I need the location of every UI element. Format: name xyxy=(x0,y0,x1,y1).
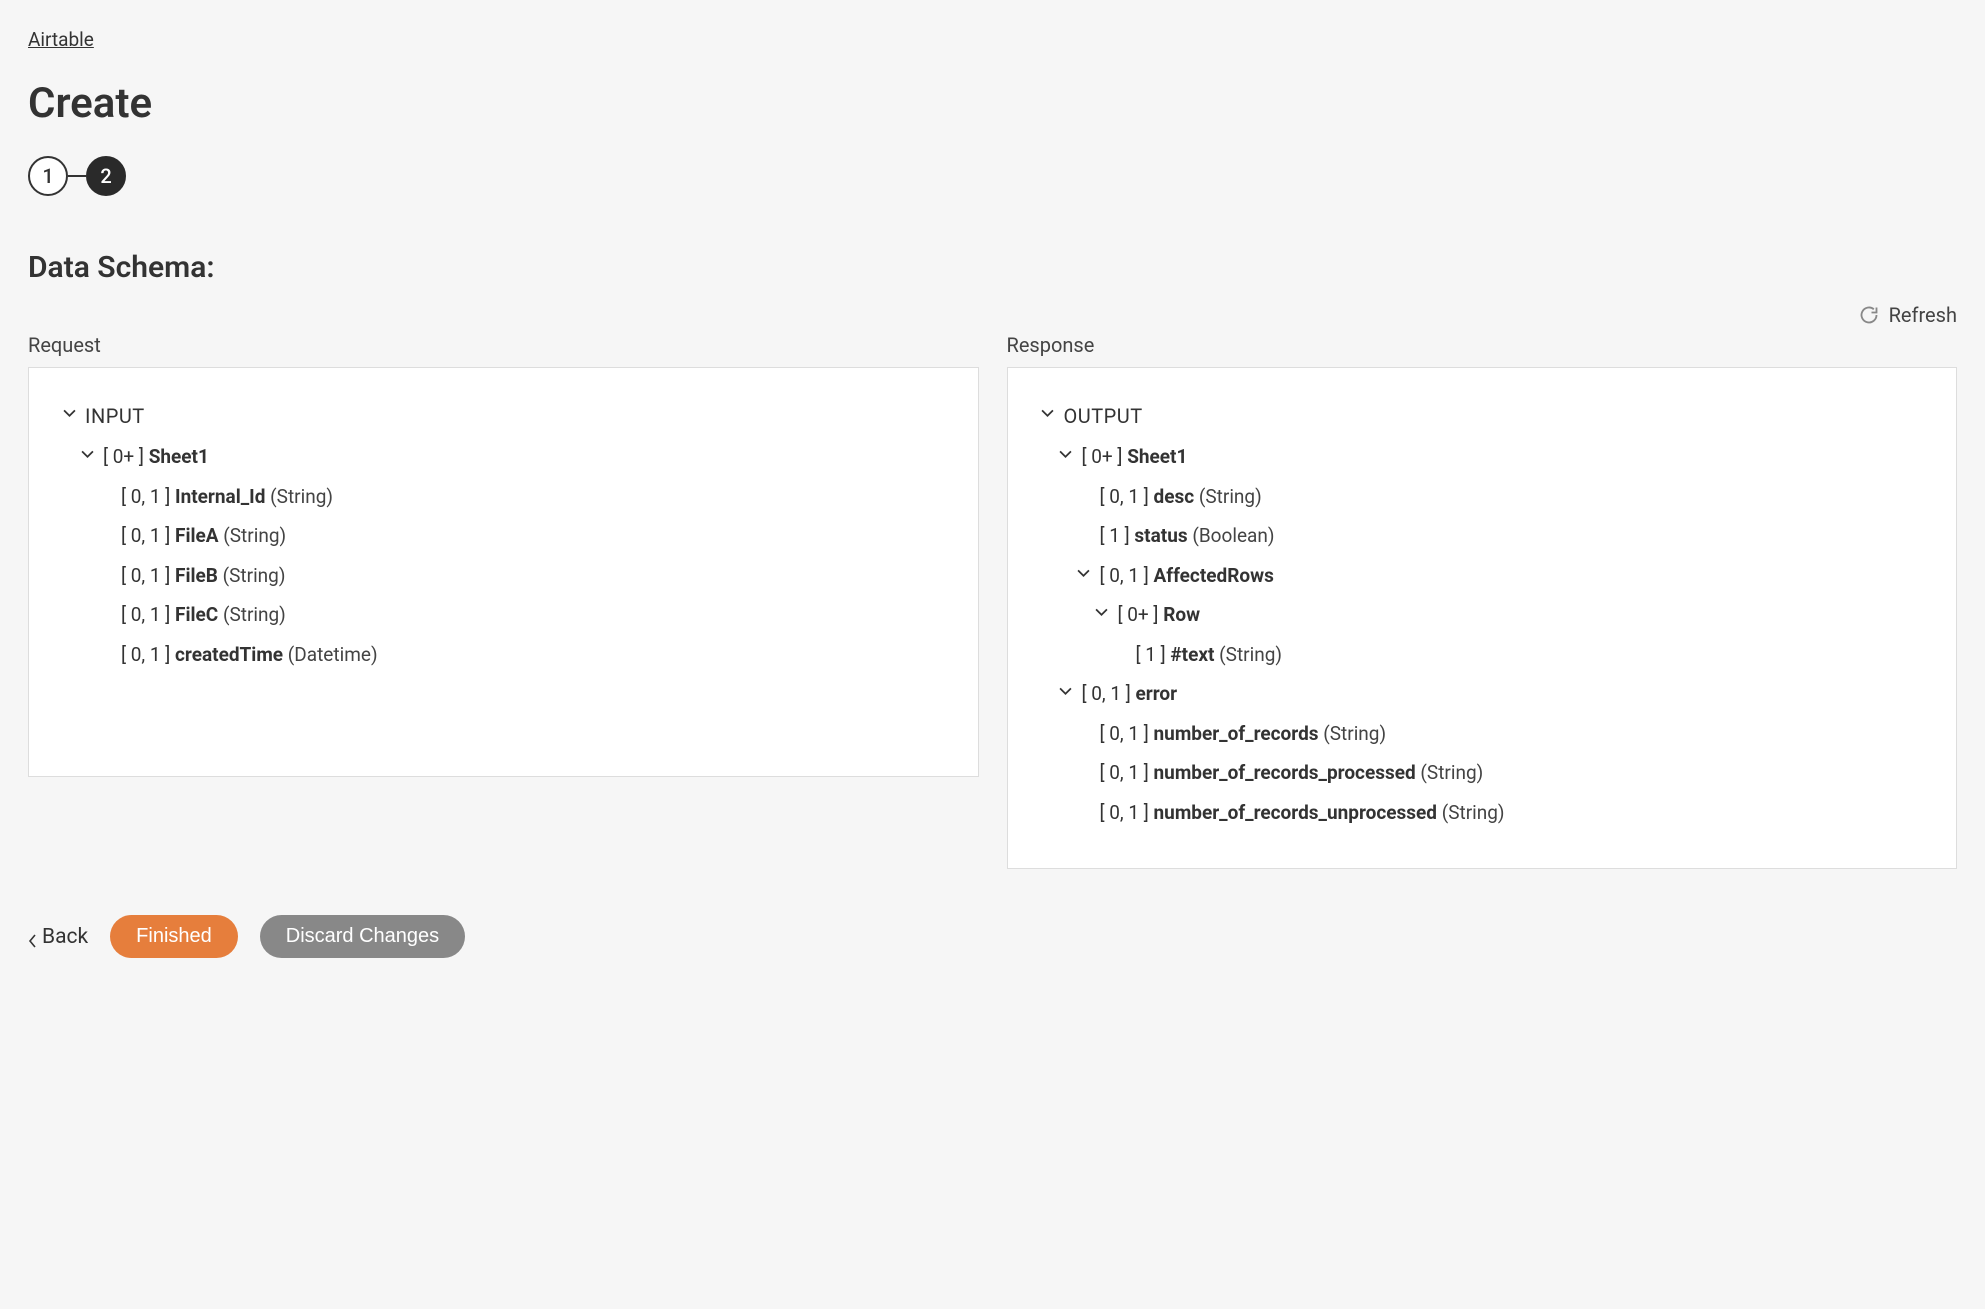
field-type: (Boolean) xyxy=(1192,524,1274,547)
chevron-down-icon xyxy=(1094,605,1110,618)
field-name: number_of_records_processed xyxy=(1154,761,1416,784)
cardinality: [ 0, 1 ] xyxy=(121,643,170,666)
cardinality: [ 0, 1 ] xyxy=(121,564,170,587)
request-panel: INPUT [ 0+ ] Sheet1 [ 0, 1 ] Internal_Id… xyxy=(28,367,979,777)
section-title: Data Schema: xyxy=(28,250,1957,285)
chevron-down-icon xyxy=(1040,406,1056,419)
response-column: Response OUTPUT [ 0+ ] Sheet1 [ 0, 1 ] d… xyxy=(1007,333,1958,869)
field-type: (Datetime) xyxy=(288,643,378,666)
field-name: number_of_records_unprocessed xyxy=(1154,801,1437,824)
field-name: createdTime xyxy=(175,643,283,666)
field-name: FileC xyxy=(175,603,218,626)
tree-node-row[interactable]: [ 0+ ] Row xyxy=(1040,595,1925,635)
response-panel: OUTPUT [ 0+ ] Sheet1 [ 0, 1 ] desc (Stri… xyxy=(1007,367,1958,869)
field-name: Sheet1 xyxy=(149,445,209,468)
step-connector xyxy=(68,175,86,177)
field-name: number_of_records xyxy=(1154,722,1319,745)
chevron-down-icon xyxy=(1058,684,1074,697)
refresh-button[interactable]: Refresh xyxy=(28,303,1957,327)
field-type: (String) xyxy=(223,603,286,626)
field-name: FileA xyxy=(175,524,219,547)
page-title: Create xyxy=(28,79,1957,128)
cardinality: [ 0, 1 ] xyxy=(1100,801,1149,824)
cardinality: [ 1 ] xyxy=(1100,524,1130,547)
request-label: Request xyxy=(28,333,979,357)
tree-leaf: [ 0, 1 ] createdTime (Datetime) xyxy=(61,635,946,675)
cardinality: [ 1 ] xyxy=(1136,643,1166,666)
tree-root-input[interactable]: INPUT xyxy=(61,396,946,437)
tree-leaf: [ 0, 1 ] number_of_records (String) xyxy=(1040,714,1925,754)
field-name: error xyxy=(1136,682,1178,705)
tree-root-output[interactable]: OUTPUT xyxy=(1040,396,1925,437)
tree-root-label: INPUT xyxy=(85,402,145,431)
field-type: (String) xyxy=(1199,485,1262,508)
tree-node-sheet1-output[interactable]: [ 0+ ] Sheet1 xyxy=(1040,437,1925,477)
tree-leaf: [ 0, 1 ] FileA (String) xyxy=(61,516,946,556)
chevron-down-icon xyxy=(79,447,95,460)
field-name: Row xyxy=(1163,603,1200,626)
back-button[interactable]: Back xyxy=(28,925,88,949)
cardinality: [ 0, 1 ] xyxy=(121,603,170,626)
chevron-down-icon xyxy=(1058,447,1074,460)
field-type: (String) xyxy=(223,524,286,547)
stepper: 1 2 xyxy=(28,156,1957,196)
chevron-down-icon xyxy=(1076,566,1092,579)
tree-leaf: [ 1 ] status (Boolean) xyxy=(1040,516,1925,556)
tree-leaf: [ 0, 1 ] desc (String) xyxy=(1040,477,1925,517)
breadcrumb-airtable[interactable]: Airtable xyxy=(28,28,94,51)
field-name: AffectedRows xyxy=(1154,564,1274,587)
refresh-icon xyxy=(1859,305,1879,325)
field-name: desc xyxy=(1154,485,1195,508)
field-name: #text xyxy=(1170,643,1214,666)
cardinality: [ 0, 1 ] xyxy=(121,524,170,547)
field-type: (String) xyxy=(1219,643,1282,666)
field-type: (String) xyxy=(1323,722,1386,745)
tree-leaf: [ 0, 1 ] Internal_Id (String) xyxy=(61,477,946,517)
back-label: Back xyxy=(42,925,88,949)
cardinality: [ 0, 1 ] xyxy=(121,485,170,508)
response-label: Response xyxy=(1007,333,1958,357)
cardinality: [ 0+ ] xyxy=(1082,445,1123,468)
cardinality: [ 0+ ] xyxy=(1118,603,1159,626)
tree-node-sheet1-input[interactable]: [ 0+ ] Sheet1 xyxy=(61,437,946,477)
refresh-label: Refresh xyxy=(1889,303,1957,327)
tree-root-label: OUTPUT xyxy=(1064,402,1143,431)
chevron-left-icon xyxy=(28,930,38,944)
field-name: Sheet1 xyxy=(1127,445,1187,468)
tree-node-error[interactable]: [ 0, 1 ] error xyxy=(1040,674,1925,714)
finished-button[interactable]: Finished xyxy=(110,915,238,958)
discard-button[interactable]: Discard Changes xyxy=(260,915,465,958)
field-type: (String) xyxy=(223,564,286,587)
field-type: (String) xyxy=(1420,761,1483,784)
step-1[interactable]: 1 xyxy=(28,156,68,196)
field-name: Internal_Id xyxy=(175,485,265,508)
field-type: (String) xyxy=(1442,801,1505,824)
cardinality: [ 0+ ] xyxy=(103,445,144,468)
tree-leaf: [ 0, 1 ] number_of_records_unprocessed (… xyxy=(1040,793,1925,833)
field-name: status xyxy=(1134,524,1187,547)
tree-leaf: [ 0, 1 ] FileC (String) xyxy=(61,595,946,635)
cardinality: [ 0, 1 ] xyxy=(1100,761,1149,784)
actions-row: Back Finished Discard Changes xyxy=(28,915,1957,958)
field-name: FileB xyxy=(175,564,218,587)
chevron-down-icon xyxy=(61,406,77,419)
tree-node-affectedrows[interactable]: [ 0, 1 ] AffectedRows xyxy=(1040,556,1925,596)
cardinality: [ 0, 1 ] xyxy=(1100,722,1149,745)
tree-leaf: [ 0, 1 ] FileB (String) xyxy=(61,556,946,596)
step-2[interactable]: 2 xyxy=(86,156,126,196)
tree-leaf: [ 1 ] #text (String) xyxy=(1040,635,1925,675)
tree-leaf: [ 0, 1 ] number_of_records_processed (St… xyxy=(1040,753,1925,793)
cardinality: [ 0, 1 ] xyxy=(1100,564,1149,587)
field-type: (String) xyxy=(270,485,333,508)
cardinality: [ 0, 1 ] xyxy=(1100,485,1149,508)
cardinality: [ 0, 1 ] xyxy=(1082,682,1131,705)
request-column: Request INPUT [ 0+ ] Sheet1 [ 0, 1 ] Int… xyxy=(28,333,979,869)
